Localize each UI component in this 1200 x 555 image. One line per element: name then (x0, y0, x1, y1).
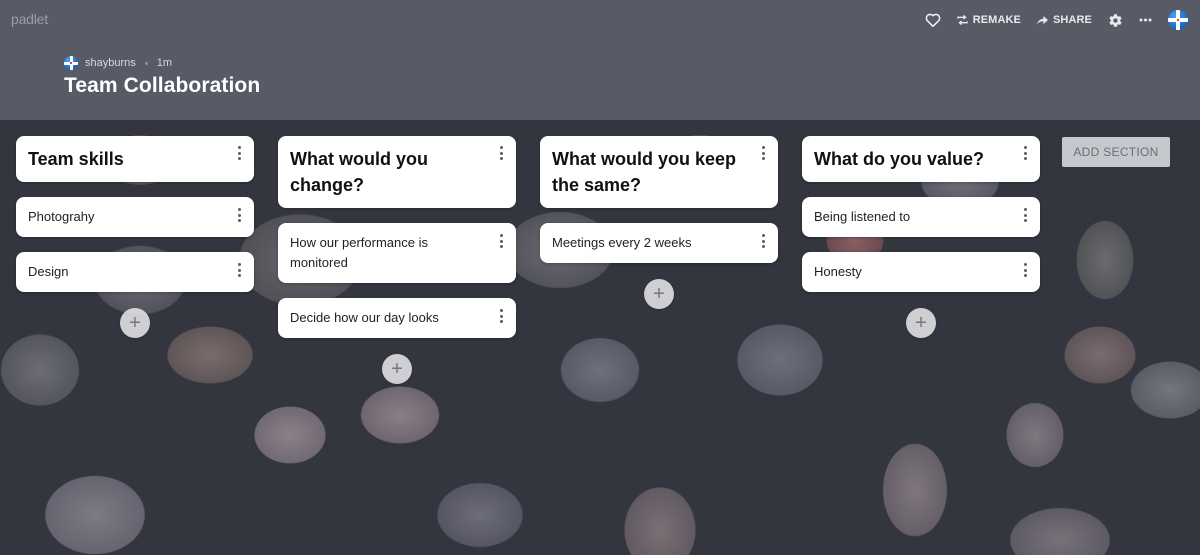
section-what-would-you-change: What would you change? How our performan… (278, 136, 516, 384)
post-card[interactable]: Meetings every 2 weeks (540, 223, 778, 263)
share-label: SHARE (1052, 14, 1092, 26)
post-text: Decide how our day looks (290, 310, 439, 325)
section-menu-icon[interactable] (760, 146, 766, 160)
author-name[interactable]: shayburns (85, 57, 136, 69)
post-text: Photograhy (28, 209, 95, 224)
post-text: How our performance is monitored (290, 235, 428, 270)
remake-button[interactable]: REMAKE (956, 14, 1021, 26)
section-what-do-you-value: What do you value? Being listened to Hon… (802, 136, 1040, 338)
section-menu-icon[interactable] (236, 146, 242, 160)
section-title: What do you value? (814, 149, 985, 169)
post-menu-icon[interactable] (1022, 208, 1028, 222)
flag-avatar-icon (1168, 10, 1188, 30)
add-post-button[interactable]: + (382, 354, 412, 384)
section-title: What would you keep the same? (552, 149, 737, 195)
heart-icon (925, 13, 941, 27)
post-card[interactable]: Being listened to (802, 197, 1040, 237)
add-section-button[interactable]: ADD SECTION (1062, 137, 1170, 167)
share-arrow-icon (1037, 15, 1048, 25)
section-menu-icon[interactable] (498, 146, 504, 160)
time-ago: 1m (156, 57, 173, 69)
post-card[interactable]: Decide how our day looks (278, 298, 516, 338)
post-card[interactable]: Honesty (802, 252, 1040, 292)
gear-icon (1109, 13, 1122, 27)
section-header: What would you keep the same? (540, 136, 778, 208)
post-text: Design (28, 264, 69, 279)
remake-icon (956, 15, 968, 25)
author-avatar-icon (64, 56, 78, 70)
section-header: What do you value? (802, 136, 1040, 182)
post-card[interactable]: Design (16, 252, 254, 292)
post-text: Being listened to (814, 209, 911, 224)
post-card[interactable]: Photograhy (16, 197, 254, 237)
section-header: Team skills (16, 136, 254, 182)
post-text: Honesty (814, 264, 862, 279)
section-title: Team skills (28, 149, 124, 169)
settings-button[interactable] (1108, 13, 1123, 28)
section-header: What would you change? (278, 136, 516, 208)
post-menu-icon[interactable] (236, 263, 242, 277)
post-menu-icon[interactable] (498, 234, 504, 248)
meta-separator (144, 61, 148, 65)
user-avatar-button[interactable] (1168, 10, 1188, 30)
add-post-button[interactable]: + (644, 279, 674, 309)
add-post-button[interactable]: + (120, 308, 150, 338)
more-options-button[interactable] (1139, 18, 1152, 22)
more-horizontal-icon (1139, 18, 1152, 22)
remake-label: REMAKE (972, 14, 1021, 26)
post-card[interactable]: How our performance is monitored (278, 223, 516, 283)
post-meta: shayburns 1m (64, 56, 172, 70)
section-title: What would you change? (290, 149, 428, 195)
page-title: Team Collaboration (64, 74, 261, 97)
header-actions: REMAKE SHARE (925, 0, 1200, 40)
post-menu-icon[interactable] (1022, 263, 1028, 277)
section-what-would-you-keep-the-same: What would you keep the same? Meetings e… (540, 136, 778, 309)
post-menu-icon[interactable] (498, 309, 504, 323)
section-menu-icon[interactable] (1022, 146, 1028, 160)
like-button[interactable] (925, 13, 941, 27)
header-bar: padlet REMAKE SHARE shayburns 1m Team Co… (0, 0, 1200, 120)
add-post-button[interactable]: + (906, 308, 936, 338)
post-menu-icon[interactable] (236, 208, 242, 222)
section-team-skills: Team skills Photograhy Design + (16, 136, 254, 338)
post-text: Meetings every 2 weeks (552, 235, 692, 250)
share-button[interactable]: SHARE (1037, 14, 1092, 26)
post-menu-icon[interactable] (760, 234, 766, 248)
padlet-logo[interactable]: padlet (11, 11, 48, 27)
